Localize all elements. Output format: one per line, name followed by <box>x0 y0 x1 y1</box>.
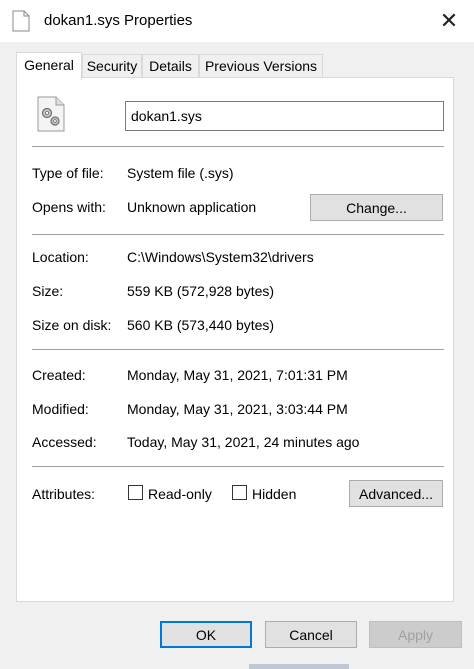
hidden-checkbox[interactable] <box>232 485 247 500</box>
file-name-input[interactable]: dokan1.sys <box>125 101 444 131</box>
system-file-gear-icon <box>36 96 66 132</box>
type-of-file-value: System file (.sys) <box>127 165 234 181</box>
advanced-button[interactable]: Advanced... <box>349 480 443 507</box>
separator <box>32 146 444 147</box>
location-value: C:\Windows\System32\drivers <box>127 249 314 265</box>
separator <box>32 466 444 467</box>
taskbar-edge <box>249 664 349 669</box>
tab-general[interactable]: General <box>16 52 82 80</box>
read-only-label[interactable]: Read-only <box>148 486 212 502</box>
window-title: dokan1.sys Properties <box>44 12 193 29</box>
close-icon: ✕ <box>439 8 459 33</box>
modified-label: Modified: <box>32 401 89 417</box>
hidden-label[interactable]: Hidden <box>252 486 296 502</box>
location-label: Location: <box>32 249 89 265</box>
attributes-label: Attributes: <box>32 486 96 502</box>
size-value: 559 KB (572,928 bytes) <box>127 283 275 299</box>
separator <box>32 234 444 235</box>
tab-previous-versions[interactable]: Previous Versions <box>199 54 323 78</box>
separator <box>32 349 444 350</box>
opens-with-label: Opens with: <box>32 199 106 215</box>
type-of-file-label: Type of file: <box>32 165 104 181</box>
size-label: Size: <box>32 283 64 299</box>
read-only-checkbox[interactable] <box>128 485 143 500</box>
modified-value: Monday, May 31, 2021, 3:03:44 PM <box>127 401 348 417</box>
accessed-label: Accessed: <box>32 434 97 450</box>
tab-security[interactable]: Security <box>82 54 142 78</box>
created-label: Created: <box>32 367 86 383</box>
accessed-value: Today, May 31, 2021, 24 minutes ago <box>127 434 360 450</box>
document-icon <box>12 10 30 32</box>
opens-with-value: Unknown application <box>127 199 257 215</box>
close-button[interactable]: ✕ <box>432 6 466 36</box>
general-panel <box>16 77 454 602</box>
size-on-disk-label: Size on disk: <box>32 317 112 333</box>
tab-details[interactable]: Details <box>142 54 199 78</box>
apply-button[interactable]: Apply <box>369 621 462 648</box>
created-value: Monday, May 31, 2021, 7:01:31 PM <box>127 367 348 383</box>
change-button[interactable]: Change... <box>310 194 443 221</box>
cancel-button[interactable]: Cancel <box>265 621 357 648</box>
size-on-disk-value: 560 KB (573,440 bytes) <box>127 317 275 333</box>
ok-button[interactable]: OK <box>160 621 252 648</box>
